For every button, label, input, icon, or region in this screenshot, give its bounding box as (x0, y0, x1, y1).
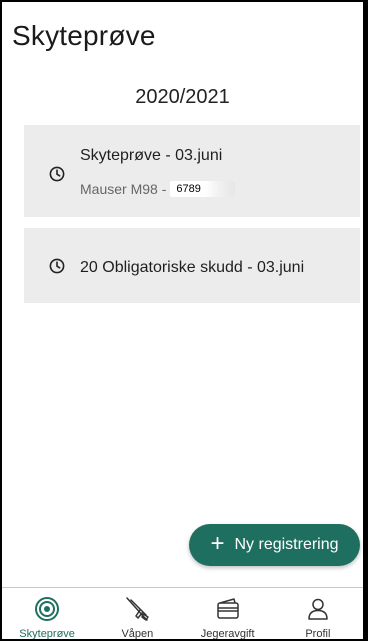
nav-label: Profil (305, 628, 331, 640)
serial-number: 6789 (170, 181, 235, 197)
nav-item-skyteprove[interactable]: Skyteprøve (2, 588, 92, 640)
nav-label: Jegeravgift (200, 628, 255, 640)
nav-label: Skyteprøve (19, 628, 75, 640)
rifle-icon (126, 597, 150, 621)
nav-item-profil[interactable]: Profil (273, 588, 363, 640)
card-subtitle: Mauser M98 - 6789 (80, 181, 235, 197)
nav-item-jegeravgift[interactable]: Jegeravgift (183, 588, 273, 640)
card-title: 20 Obligatoriske skudd - 03.juni (80, 259, 305, 276)
person-icon (308, 598, 328, 620)
clock-icon (49, 166, 65, 182)
app-screen: Skyteprøve 2020/2021 Skyteprøve - 03.jun… (0, 0, 368, 641)
nav-item-vapen[interactable]: Våpen (92, 588, 182, 640)
plus-icon: + (210, 530, 225, 557)
season-label: 2020/2021 (135, 86, 230, 108)
new-registration-button[interactable]: + Ny registrering (189, 524, 360, 566)
target-icon (35, 597, 60, 621)
weapon-name: Mauser M98 - (80, 181, 167, 197)
clock-icon (49, 258, 65, 274)
nav-label: Våpen (121, 628, 154, 640)
bottom-navigation: Skyteprøve Våpen Jegeravgift Profil (2, 587, 363, 640)
registration-card[interactable]: 20 Obligatoriske skudd - 03.juni (24, 228, 360, 303)
wallet-icon (216, 598, 239, 619)
registration-card[interactable]: Skyteprøve - 03.juni Mauser M98 - 6789 (24, 125, 360, 217)
new-registration-label: Ny registrering (234, 536, 339, 553)
card-title: Skyteprøve - 03.juni (80, 147, 223, 164)
page-title: Skyteprøve (12, 20, 156, 51)
